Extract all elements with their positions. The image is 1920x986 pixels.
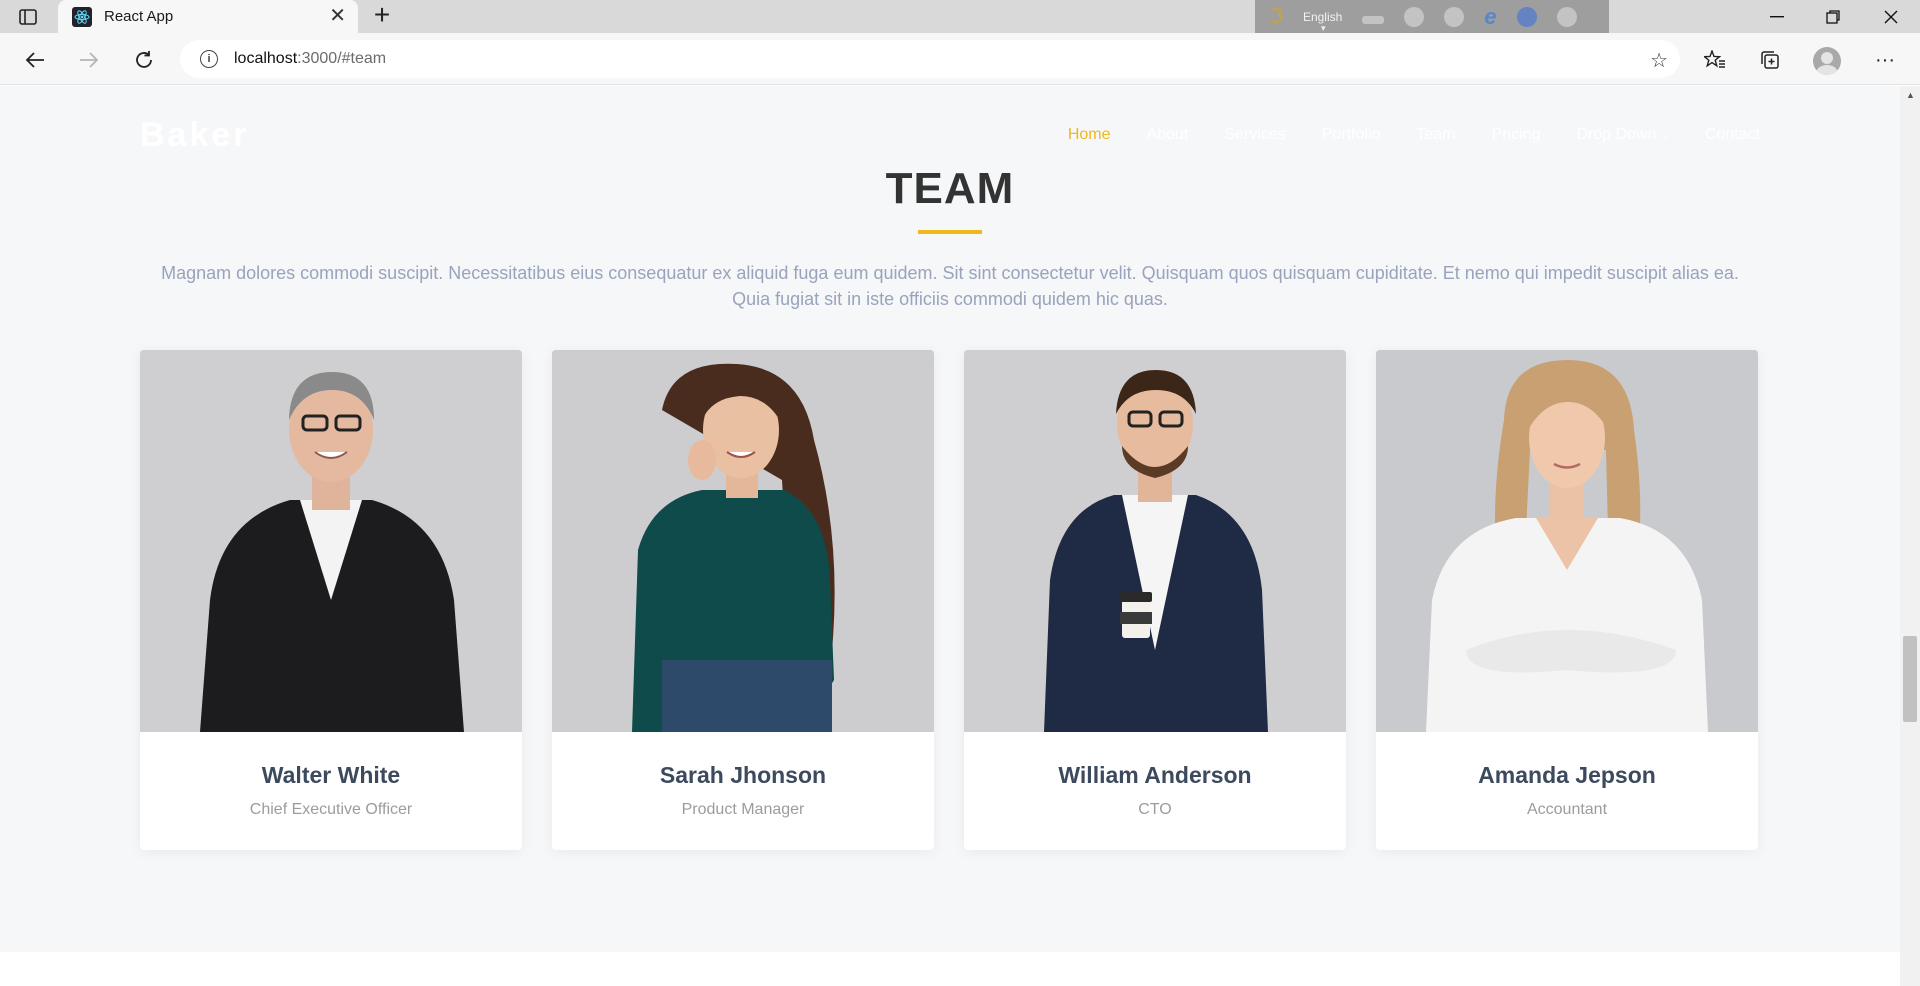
add-favorite-icon[interactable]: ☆	[1650, 48, 1668, 73]
page-scrollbar[interactable]: ▲	[1900, 86, 1920, 986]
member-info: William Anderson CTO	[964, 732, 1346, 850]
forward-icon[interactable]	[74, 45, 104, 75]
tab-actions-icon[interactable]	[14, 6, 42, 28]
team-grid: Walter White Chief Executive Officer Sar…	[140, 350, 1760, 850]
tab-title: React App	[104, 8, 174, 25]
nav-pricing[interactable]: Pricing	[1492, 126, 1541, 144]
nav-about[interactable]: About	[1147, 126, 1189, 144]
profile-avatar[interactable]	[1813, 47, 1841, 75]
scroll-up-arrow-icon[interactable]: ▲	[1906, 90, 1915, 100]
member-name: Walter White	[261, 762, 401, 788]
react-logo-icon	[72, 6, 92, 27]
ie-icon[interactable]: e	[1484, 4, 1496, 30]
back-icon[interactable]	[20, 45, 50, 75]
extension-logo-icon[interactable]: ℑ	[1269, 4, 1283, 29]
nav-portfolio[interactable]: Portfolio	[1322, 126, 1381, 144]
page-viewport: Baker Home About Services Portfolio Team…	[0, 86, 1900, 986]
site-info-icon[interactable]: i	[200, 50, 218, 68]
team-member-card: Amanda Jepson Accountant	[1376, 350, 1758, 850]
extension-toolbar: ℑ English e	[1255, 0, 1609, 34]
collections-icon[interactable]	[1755, 45, 1785, 75]
more-options-icon[interactable]: ···	[1870, 45, 1900, 75]
member-role: Product Manager	[681, 801, 805, 818]
member-name: William Anderson	[1058, 762, 1252, 788]
team-member-card: Walter White Chief Executive Officer	[140, 350, 522, 850]
address-bar: i localhost:3000/#team ☆ ···	[0, 33, 1920, 85]
member-role: Accountant	[1526, 801, 1608, 818]
reload-icon[interactable]	[129, 45, 159, 75]
restore-icon[interactable]	[1808, 0, 1858, 33]
nav-dropdown[interactable]: Drop Down ⌄	[1576, 126, 1668, 144]
new-tab-icon[interactable]: +	[368, 1, 396, 30]
member-name: Amanda Jepson	[1478, 762, 1656, 788]
main-nav: Home About Services Portfolio Team Prici…	[1032, 126, 1760, 144]
url-host: localhost	[234, 50, 298, 67]
close-window-icon[interactable]	[1866, 0, 1916, 33]
team-member-card: Sarah Jhonson Product Manager	[552, 350, 934, 850]
keyboard-icon[interactable]	[1362, 15, 1385, 24]
tab-close-icon[interactable]: ✕	[329, 6, 346, 26]
browser-tab-bar: React App ✕ + ℑ English e	[0, 0, 1920, 34]
url-path: :3000/#team	[297, 50, 387, 67]
member-info: Sarah Jhonson Product Manager	[552, 732, 934, 850]
url-field[interactable]: i localhost:3000/#team ☆	[180, 40, 1680, 78]
scrollbar-thumb[interactable]	[1903, 636, 1917, 722]
section-description: Magnam dolores commodi suscipit. Necessi…	[161, 263, 1739, 309]
member-role: CTO	[1138, 801, 1172, 818]
section-title: TEAM	[885, 164, 1015, 213]
member-photo	[552, 350, 934, 732]
member-role: Chief Executive Officer	[249, 801, 413, 818]
next-section	[0, 952, 1900, 986]
member-info: Amanda Jepson Accountant	[1376, 732, 1758, 850]
nav-home[interactable]: Home	[1068, 126, 1111, 144]
member-photo	[140, 350, 522, 732]
award-icon[interactable]	[1404, 6, 1425, 27]
member-photo	[1376, 350, 1758, 732]
chevron-down-icon: ⌄	[1660, 131, 1669, 142]
title-underline	[918, 230, 982, 234]
language-selector[interactable]: English	[1303, 10, 1342, 34]
site-logo[interactable]: Baker	[140, 116, 250, 155]
site-header: Baker Home About Services Portfolio Team…	[0, 86, 1900, 166]
url-text: localhost:3000/#team	[234, 50, 386, 68]
team-member-card: William Anderson CTO	[964, 350, 1346, 850]
nav-team[interactable]: Team	[1416, 126, 1455, 144]
nav-contact[interactable]: Contact	[1705, 126, 1760, 144]
member-photo	[964, 350, 1346, 732]
help-icon[interactable]	[1516, 6, 1537, 27]
member-name: Sarah Jhonson	[659, 762, 827, 788]
nav-services[interactable]: Services	[1224, 126, 1285, 144]
info-circle-icon[interactable]	[1556, 6, 1577, 27]
settings-gear-icon[interactable]	[1444, 6, 1465, 27]
browser-tab[interactable]: React App ✕	[58, 0, 358, 33]
nav-dropdown-label: Drop Down	[1576, 126, 1657, 143]
minimize-icon[interactable]	[1752, 0, 1802, 33]
favorites-icon[interactable]	[1700, 45, 1730, 75]
member-info: Walter White Chief Executive Officer	[140, 732, 522, 850]
